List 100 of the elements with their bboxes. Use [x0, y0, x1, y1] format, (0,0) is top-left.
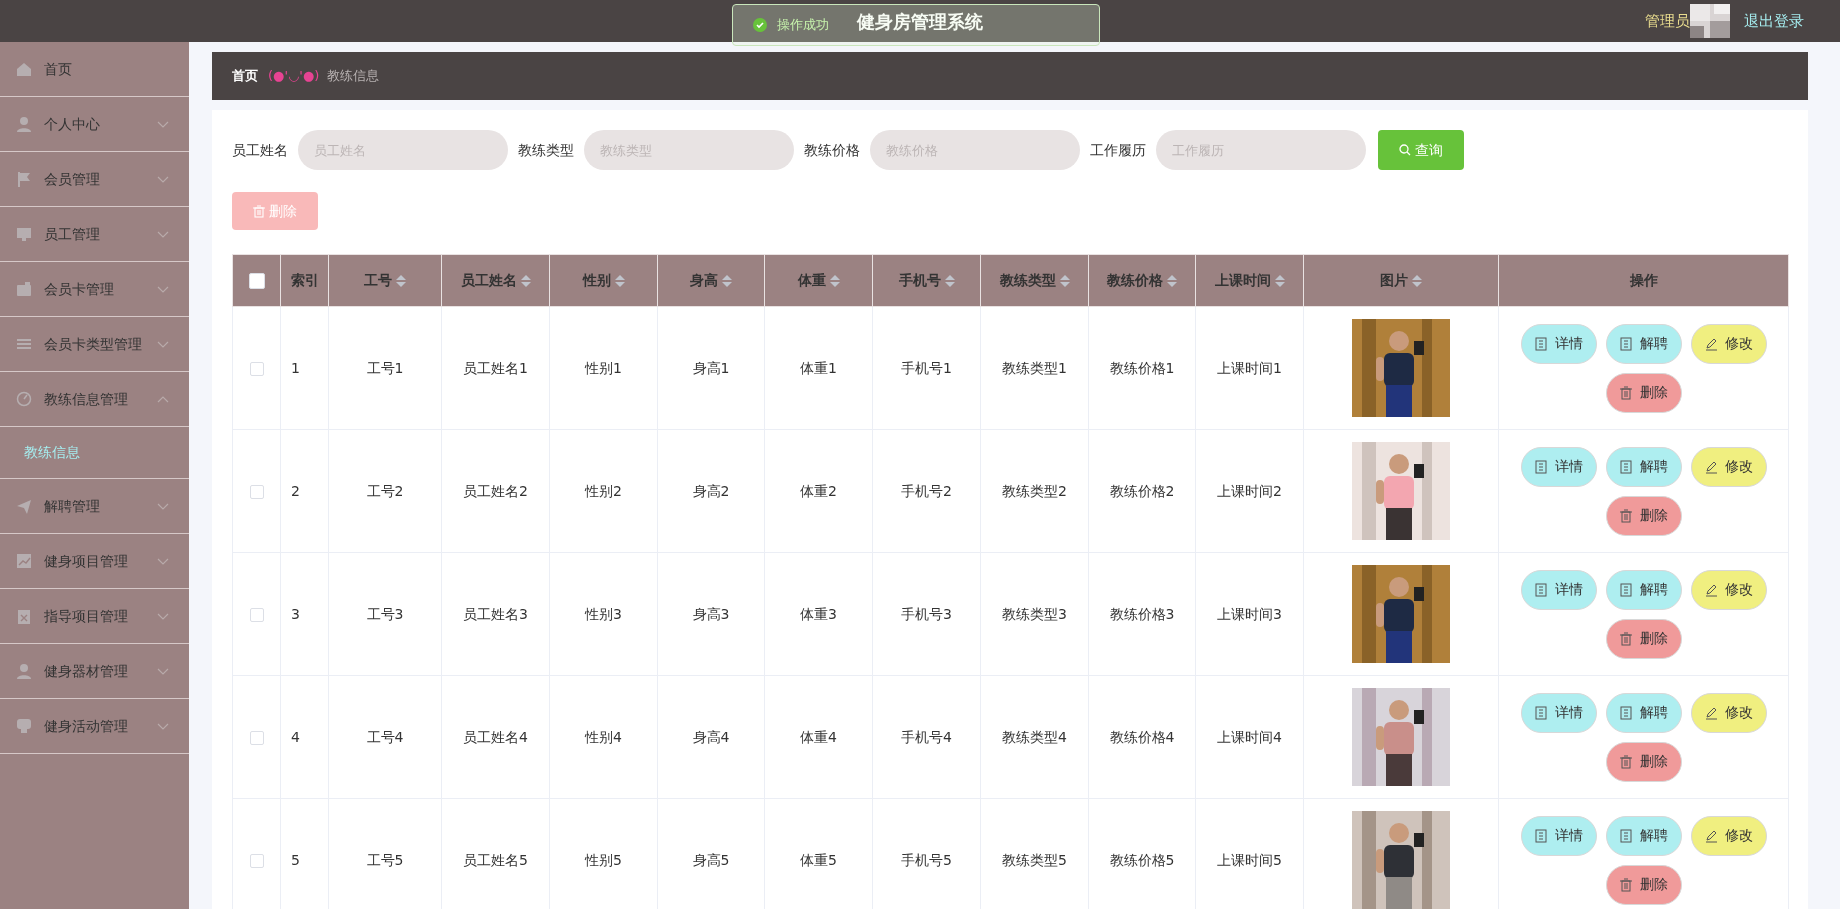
document-icon [1534, 459, 1547, 474]
table-cell: 身高4 [657, 675, 765, 799]
table-cell: 4 [280, 675, 329, 799]
edit-button[interactable]: 修改 [1690, 815, 1767, 856]
breadcrumb-current: 教练信息 [327, 67, 380, 86]
trash-icon [253, 204, 265, 218]
table-cell: 性别4 [549, 675, 658, 799]
table-cell: 手机号3 [872, 552, 981, 676]
table-cell: 手机号4 [872, 675, 981, 799]
dismiss-button[interactable]: 解聘 [1605, 815, 1682, 856]
gauge-icon [16, 391, 32, 407]
delete-button[interactable]: 删除 [1605, 864, 1682, 905]
table-cell: 工号2 [328, 429, 442, 553]
pencil-icon [1704, 705, 1717, 720]
table-cell: 员工姓名2 [441, 429, 550, 553]
trash-icon [1619, 877, 1632, 892]
field-label: 教练类型 [518, 140, 574, 160]
delete-button[interactable]: 删除 [1605, 618, 1682, 659]
clipboard-icon [16, 608, 32, 624]
delete-button[interactable]: 删除 [1605, 372, 1682, 413]
row-checkbox[interactable] [249, 607, 264, 622]
document-icon [1619, 459, 1632, 474]
table-cell: 员工姓名4 [441, 675, 550, 799]
table-cell: 上课时间3 [1195, 552, 1304, 676]
table-cell: 体重2 [764, 429, 873, 553]
delete-button[interactable]: 删除 [1605, 495, 1682, 536]
column-header[interactable]: 教练价格 [1107, 272, 1163, 288]
table-cell: 2 [280, 429, 329, 553]
column-header[interactable]: 身高 [690, 272, 718, 288]
document-icon [1534, 828, 1547, 843]
sidebar-item[interactable]: 会员卡管理 [0, 262, 189, 317]
column-header: 操作 [1629, 272, 1658, 288]
dismiss-button[interactable]: 解聘 [1605, 323, 1682, 364]
table-cell: 上课时间2 [1195, 429, 1304, 553]
table-cell: 上课时间4 [1195, 675, 1304, 799]
table-cell: 上课时间1 [1195, 306, 1304, 430]
sidebar-item[interactable]: 健身活动管理 [0, 699, 189, 754]
row-checkbox[interactable] [249, 361, 264, 376]
column-header[interactable]: 图片 [1380, 272, 1408, 288]
submenu-item[interactable]: 教练信息 [24, 442, 80, 463]
details-button[interactable]: 详情 [1520, 815, 1597, 856]
column-header[interactable]: 性别 [582, 272, 611, 288]
dismiss-button[interactable]: 解聘 [1605, 692, 1682, 733]
table-cell: 教练类型1 [980, 306, 1089, 430]
details-button[interactable]: 详情 [1520, 446, 1597, 487]
sidebar-item[interactable]: 健身项目管理 [0, 534, 189, 589]
column-header[interactable]: 员工姓名 [460, 272, 517, 288]
sidebar-item[interactable]: 健身器材管理 [0, 644, 189, 699]
document-icon [1534, 705, 1547, 720]
table-cell: 教练类型4 [980, 675, 1089, 799]
table-cell: 教练价格3 [1088, 552, 1196, 676]
table-cell: 3 [280, 552, 329, 676]
edit-button[interactable]: 修改 [1690, 323, 1767, 364]
table-cell: 工号1 [328, 306, 442, 430]
sidebar-item[interactable]: 指导项目管理 [0, 589, 189, 644]
pencil-icon [1704, 828, 1717, 843]
user-name: 管理员 [1645, 10, 1690, 32]
sidebar-item[interactable]: 首页 [0, 42, 189, 97]
column-header[interactable]: 体重 [797, 272, 826, 288]
dismiss-button[interactable]: 解聘 [1605, 569, 1682, 610]
sidebar-item[interactable]: 员工管理 [0, 207, 189, 262]
table-cell: 教练价格1 [1088, 306, 1196, 430]
sidebar-item[interactable]: 会员卡类型管理 [0, 317, 189, 372]
field-label: 员工姓名 [232, 140, 288, 160]
details-button[interactable]: 详情 [1520, 692, 1597, 733]
select-all-checkbox[interactable] [248, 273, 265, 289]
edit-button[interactable]: 修改 [1690, 692, 1767, 733]
table-cell: 身高3 [657, 552, 765, 676]
sidebar-item[interactable]: 会员管理 [0, 152, 189, 207]
table-cell: 工号4 [328, 675, 442, 799]
column-header[interactable]: 教练类型 [999, 272, 1056, 288]
field-label: 工作履历 [1090, 140, 1146, 160]
dismiss-button[interactable]: 解聘 [1605, 446, 1682, 487]
row-checkbox[interactable] [249, 730, 264, 745]
edit-button[interactable]: 修改 [1690, 569, 1767, 610]
breadcrumb-emoticon: (●'◡'●) [268, 67, 320, 86]
row-checkbox[interactable] [249, 853, 264, 868]
column-header[interactable]: 上课时间 [1214, 272, 1271, 288]
home-icon [16, 61, 32, 77]
column-header[interactable]: 工号 [364, 272, 392, 288]
document-icon [1619, 828, 1632, 843]
table-cell: 性别3 [549, 552, 658, 676]
row-checkbox[interactable] [249, 484, 264, 499]
details-button[interactable]: 详情 [1520, 569, 1597, 610]
details-button[interactable]: 详情 [1520, 323, 1597, 364]
search-button[interactable]: 查询 [1378, 130, 1464, 170]
column-header[interactable]: 手机号 [898, 272, 941, 288]
table-cell: 体重1 [764, 306, 873, 430]
chart-icon [16, 553, 32, 569]
sidebar-item[interactable]: 个人中心 [0, 97, 189, 152]
breadcrumb-link[interactable]: 首页 [232, 66, 258, 86]
sidebar-item[interactable]: 教练信息管理 [0, 372, 189, 427]
list-icon [16, 336, 32, 352]
table-cell: 体重3 [764, 552, 873, 676]
document-icon [1619, 582, 1632, 597]
sidebar-item[interactable]: 解聘管理 [0, 479, 189, 534]
logout-link[interactable]: 退出登录 [1744, 9, 1804, 33]
edit-button[interactable]: 修改 [1690, 446, 1767, 487]
table-cell: 体重4 [764, 675, 873, 799]
delete-button[interactable]: 删除 [1605, 741, 1682, 782]
